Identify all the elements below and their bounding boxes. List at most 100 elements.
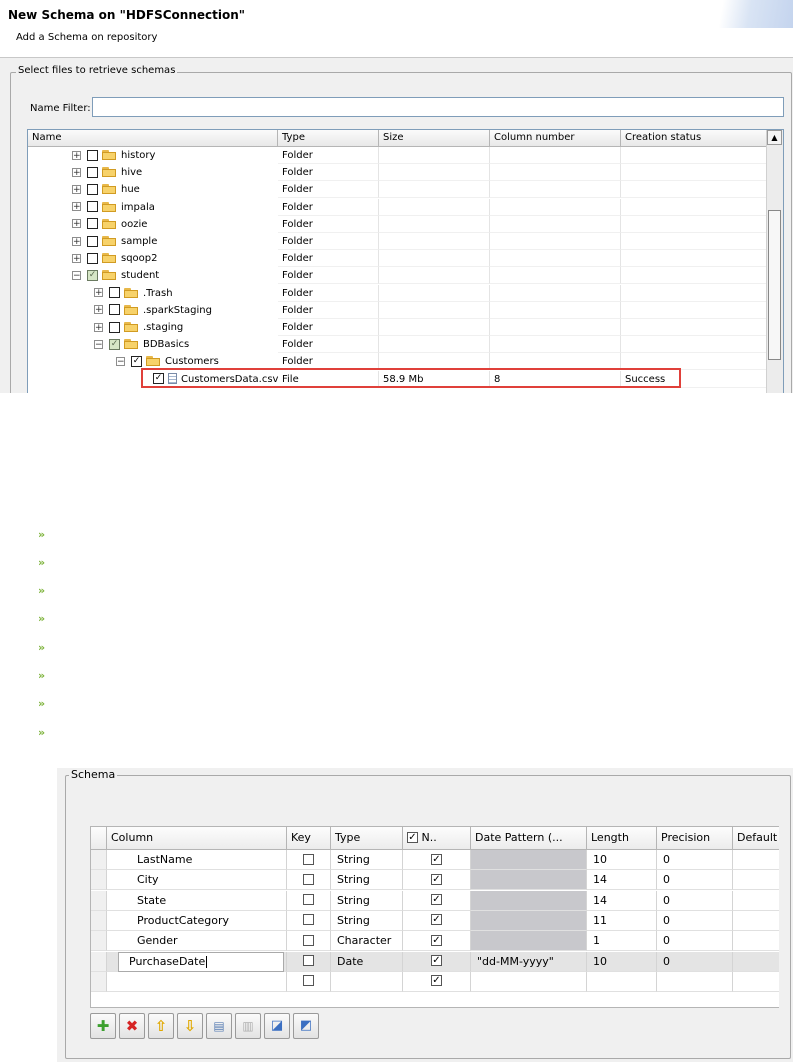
tree-node[interactable]: − ✓ BDBasics [94,336,189,353]
cell-key[interactable] [287,850,331,870]
tree-row[interactable]: + impala Folder [28,198,768,216]
cell-nullable[interactable]: ✓ [403,931,471,952]
cell-length[interactable]: 10 [587,850,657,870]
nullable-checkbox[interactable]: ✓ [431,873,442,885]
cell-date-pattern[interactable] [471,870,587,891]
cell-precision[interactable]: 0 [657,850,733,870]
cell-nullable[interactable]: ✓ [403,850,471,870]
key-checkbox[interactable] [303,873,314,885]
cell-date-pattern[interactable] [471,931,587,952]
cell-type[interactable]: Date [331,951,403,972]
cell-precision[interactable]: 0 [657,910,733,931]
select-checkbox[interactable] [109,304,120,316]
col-header-type[interactable]: Type [331,827,403,849]
cell-date-pattern[interactable] [471,850,587,870]
cell-default[interactable] [733,870,779,891]
select-checkbox[interactable] [87,149,98,161]
cell-nullable[interactable]: ✓ [403,951,471,972]
cell-key[interactable] [287,931,331,952]
cell-precision[interactable]: 0 [657,951,733,972]
cell-default[interactable] [733,850,779,870]
expand-toggle-icon[interactable]: − [72,270,81,280]
tree-node[interactable]: + .Trash [94,285,173,302]
col-header-creation-status[interactable]: Creation status [621,130,768,146]
cell-column[interactable]: LastName [107,850,287,870]
schema-table[interactable]: Column Key Type ✓ N.. Date Pattern (... … [90,826,779,1008]
cell-length[interactable]: 14 [587,870,657,891]
name-filter-input[interactable] [92,97,784,117]
expand-toggle-icon[interactable]: + [72,167,81,177]
tree-row[interactable]: + history Folder [28,147,768,164]
schema-row[interactable]: PurchaseDate Date ✓ "dd-MM-yyyy" 10 0 [91,951,779,972]
select-checkbox[interactable]: ✓ [87,269,98,281]
expand-toggle-icon[interactable]: − [116,356,125,366]
export-icon[interactable]: ◩ [293,1013,319,1039]
select-checkbox[interactable] [87,235,98,247]
tree-row[interactable]: + sample Folder [28,233,768,250]
cell-column[interactable]: Gender [107,931,287,952]
schema-row[interactable]: State String ✓ 14 0 [91,890,779,911]
tree-row[interactable]: + .Trash Folder [28,284,768,302]
expand-toggle-icon[interactable]: + [72,253,81,263]
tree-node[interactable]: + .staging [94,319,183,336]
col-header-size[interactable]: Size [379,130,490,146]
expand-toggle-icon[interactable]: − [94,339,103,349]
tree-node[interactable]: + sample [72,233,157,250]
cell-length[interactable]: 10 [587,951,657,972]
cell-default[interactable] [733,952,779,972]
cell-key[interactable] [287,910,331,931]
cell-key[interactable] [287,971,331,992]
cell-length[interactable]: 14 [587,890,657,911]
copy-icon[interactable]: ▤ [206,1013,232,1039]
schema-row[interactable]: LastName String ✓ 10 0 [91,850,779,870]
expand-toggle-icon[interactable]: + [72,202,81,212]
tree-node[interactable]: + history [72,147,155,164]
cell-default[interactable] [733,972,779,992]
cell-nullable[interactable]: ✓ [403,890,471,911]
schema-row[interactable]: City String ✓ 14 0 [91,870,779,891]
expand-toggle-icon[interactable]: + [94,322,103,332]
nullable-checkbox[interactable]: ✓ [431,934,442,946]
tree-node[interactable]: + oozie [72,216,147,233]
nullable-header-checkbox[interactable]: ✓ [407,831,418,843]
schema-row[interactable]: ✓ [91,971,779,992]
file-tree-table[interactable]: Name Type Size Column number Creation st… [27,129,784,393]
row-selector[interactable] [91,910,107,931]
col-header-name[interactable]: Name [28,130,278,146]
cell-date-pattern[interactable] [471,910,587,931]
row-selector[interactable] [91,870,107,891]
move-down-icon[interactable]: ⇩ [177,1013,203,1039]
key-checkbox[interactable] [303,955,314,966]
cell-nullable[interactable]: ✓ [403,971,471,992]
cell-column[interactable] [107,971,287,992]
col-header-column[interactable]: Column [107,827,287,849]
cell-type[interactable]: String [331,890,403,911]
row-selector[interactable] [91,971,107,992]
col-header-type[interactable]: Type [278,130,379,146]
cell-precision[interactable]: 0 [657,890,733,911]
cell-type[interactable]: Character [331,931,403,952]
tree-row[interactable]: + .sparkStaging Folder [28,301,768,319]
cell-length[interactable] [587,971,657,992]
nullable-checkbox[interactable]: ✓ [431,894,442,906]
row-selector[interactable] [91,890,107,911]
select-checkbox[interactable]: ✓ [109,338,120,350]
cell-nullable[interactable]: ✓ [403,870,471,891]
select-checkbox[interactable] [87,252,98,264]
cell-key[interactable] [287,890,331,911]
key-checkbox[interactable] [303,894,314,906]
col-header-length[interactable]: Length [587,827,657,849]
select-checkbox[interactable] [109,321,120,333]
remove-icon[interactable]: ✖ [119,1013,145,1039]
col-header-nullable[interactable]: ✓ N.. [403,827,471,849]
key-checkbox[interactable] [303,914,314,926]
nullable-checkbox[interactable]: ✓ [431,955,442,966]
cell-type[interactable] [331,971,403,992]
cell-length[interactable]: 1 [587,931,657,952]
key-checkbox[interactable] [303,934,314,946]
cell-type[interactable]: String [331,850,403,870]
expand-toggle-icon[interactable]: + [94,305,103,315]
cell-default[interactable] [733,911,779,931]
move-up-icon[interactable]: ⇧ [148,1013,174,1039]
cell-key[interactable] [287,951,331,972]
